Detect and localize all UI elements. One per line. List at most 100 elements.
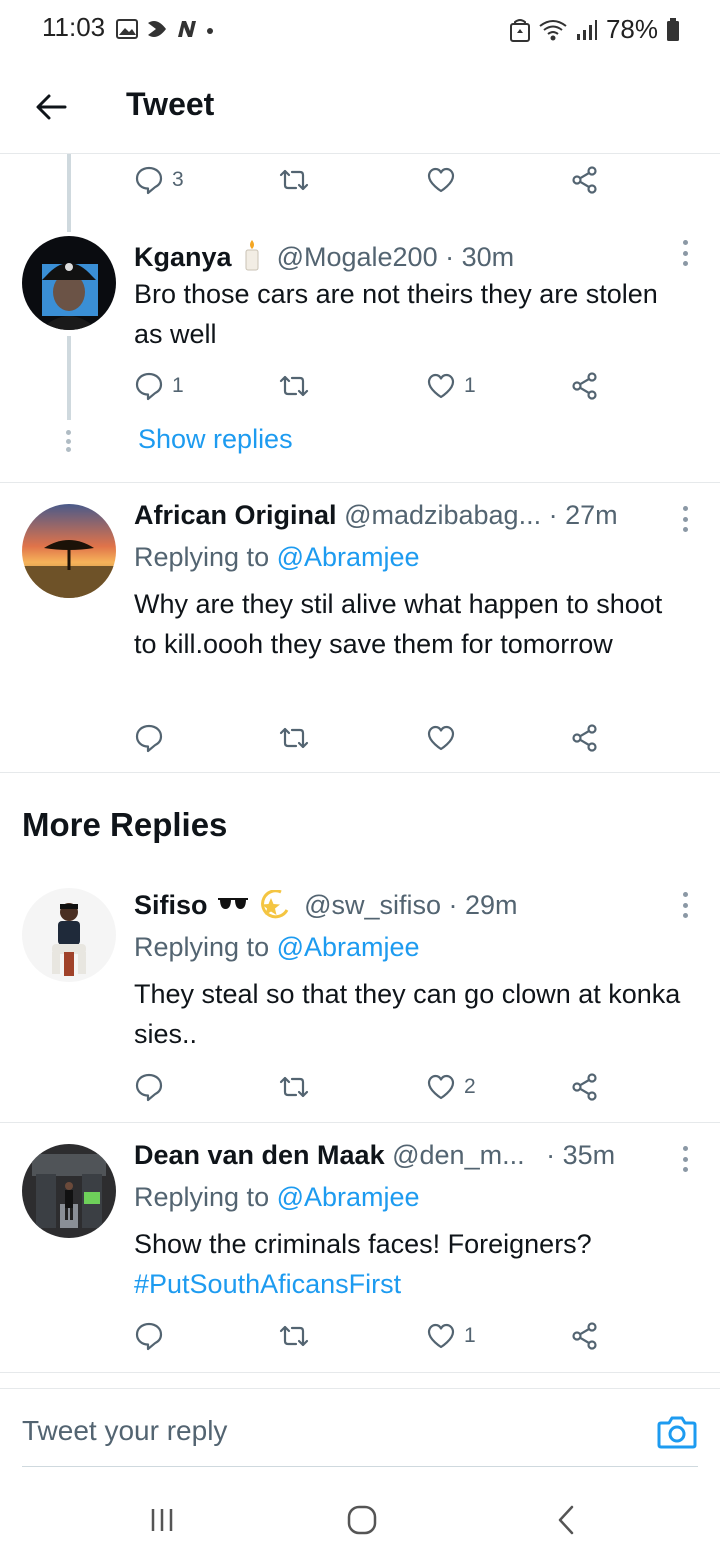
like-count: 1 bbox=[464, 1324, 476, 1347]
dot-icon bbox=[207, 28, 213, 34]
like-button[interactable]: 1 bbox=[426, 1318, 476, 1354]
reply-count: 3 bbox=[172, 168, 184, 191]
tweet-text: Why are they stil alive what happen to s… bbox=[134, 589, 663, 659]
tweet-text: They steal so that they can go clown at … bbox=[134, 979, 681, 1049]
share-button[interactable] bbox=[570, 1318, 600, 1354]
recent-apps-button[interactable] bbox=[142, 1500, 182, 1540]
tweet-actions: 3 bbox=[134, 162, 614, 198]
tweet-time: · 30m bbox=[445, 242, 515, 272]
heart-icon bbox=[427, 1074, 455, 1100]
tweet-actions: 2 bbox=[134, 1069, 614, 1105]
hashtag-link[interactable]: #PutSouthAficansFirst bbox=[134, 1264, 694, 1304]
retweet-button[interactable] bbox=[278, 368, 310, 404]
user-handle[interactable]: @madzibabag... bbox=[344, 500, 541, 530]
share-button[interactable] bbox=[570, 162, 600, 198]
share-button[interactable] bbox=[570, 720, 600, 756]
tweet-text: Bro those cars are not theirs they are s… bbox=[134, 279, 658, 349]
gallery-notification-icon bbox=[116, 19, 138, 39]
avatar-image bbox=[22, 1144, 116, 1238]
reply-composer bbox=[0, 1388, 720, 1468]
share-icon bbox=[572, 1322, 597, 1350]
camera-button[interactable] bbox=[656, 1411, 698, 1453]
system-nav-bar bbox=[0, 1470, 720, 1560]
like-button[interactable] bbox=[426, 720, 456, 756]
app-notification-icon bbox=[148, 21, 166, 37]
avatar[interactable] bbox=[22, 1144, 116, 1238]
share-icon bbox=[572, 1073, 597, 1101]
reply-input[interactable] bbox=[22, 1415, 622, 1447]
avatar-image bbox=[22, 504, 116, 598]
tweet-text-line: Show the criminals faces! Foreigners? bbox=[134, 1229, 592, 1259]
share-button[interactable] bbox=[570, 368, 600, 404]
display-name[interactable]: African Original bbox=[134, 500, 337, 530]
display-name[interactable]: Sifiso bbox=[134, 890, 208, 920]
share-button[interactable] bbox=[570, 1069, 600, 1105]
sunglasses-emoji-icon bbox=[218, 898, 249, 909]
avatar-image bbox=[22, 888, 116, 982]
reply-icon bbox=[135, 1073, 163, 1102]
like-button[interactable]: 2 bbox=[426, 1069, 476, 1105]
thread-connector bbox=[67, 154, 71, 232]
retweet-button[interactable] bbox=[278, 720, 310, 756]
like-button[interactable] bbox=[426, 162, 456, 198]
more-options-button[interactable] bbox=[675, 502, 695, 536]
more-options-button[interactable] bbox=[675, 236, 695, 270]
reply-button[interactable] bbox=[134, 720, 164, 756]
replying-to-mention[interactable]: @Abramjee bbox=[277, 542, 420, 572]
back-nav-button[interactable] bbox=[546, 1500, 586, 1540]
replying-to: Replying to @Abramjee bbox=[134, 542, 420, 573]
home-button[interactable] bbox=[342, 1500, 382, 1540]
more-replies-heading: More Replies bbox=[22, 806, 228, 843]
divider bbox=[0, 482, 720, 483]
display-name[interactable]: Dean van den Maak bbox=[134, 1140, 385, 1170]
news-notification-icon bbox=[178, 21, 196, 37]
like-button[interactable]: 1 bbox=[426, 368, 476, 404]
reply-icon bbox=[135, 372, 163, 401]
user-handle[interactable]: @den_m... bbox=[392, 1140, 524, 1170]
reply-button[interactable]: 1 bbox=[134, 368, 184, 404]
user-handle[interactable]: @sw_sifiso bbox=[304, 890, 441, 920]
divider bbox=[0, 1122, 720, 1123]
reply-button[interactable] bbox=[134, 1318, 164, 1354]
tweet-actions bbox=[134, 720, 614, 756]
reply-button[interactable] bbox=[134, 1069, 164, 1105]
reply-button[interactable]: 3 bbox=[134, 162, 184, 198]
avatar[interactable] bbox=[22, 236, 116, 330]
retweet-button[interactable] bbox=[278, 1318, 310, 1354]
divider bbox=[0, 772, 720, 773]
retweet-icon bbox=[279, 169, 309, 191]
reply-icon bbox=[135, 724, 163, 753]
like-count: 1 bbox=[464, 374, 476, 397]
replying-to-prefix: Replying to bbox=[134, 932, 270, 962]
replying-to-mention[interactable]: @Abramjee bbox=[277, 932, 420, 962]
back-button[interactable] bbox=[26, 82, 76, 132]
more-options-button[interactable] bbox=[675, 1142, 695, 1176]
tweet-time: · 35m bbox=[546, 1140, 616, 1170]
app-header: Tweet bbox=[0, 60, 720, 154]
user-handle[interactable]: @Mogale200 bbox=[277, 242, 438, 272]
replying-to-mention[interactable]: @Abramjee bbox=[277, 1182, 420, 1212]
like-count: 2 bbox=[464, 1075, 476, 1098]
avatar[interactable] bbox=[22, 888, 116, 982]
show-replies-link[interactable]: Show replies bbox=[138, 424, 293, 455]
display-name[interactable]: Kganya bbox=[134, 242, 232, 272]
camera-icon bbox=[657, 1416, 697, 1449]
signal-icon bbox=[576, 19, 597, 40]
replying-to: Replying to @Abramjee bbox=[134, 1182, 420, 1213]
retweet-button[interactable] bbox=[278, 1069, 310, 1105]
back-chevron-icon bbox=[558, 1505, 574, 1535]
arrow-left-icon bbox=[36, 94, 67, 120]
tweet-actions: 1 bbox=[134, 1318, 614, 1354]
avatar[interactable] bbox=[22, 504, 116, 598]
avatar-image bbox=[22, 236, 116, 330]
retweet-button[interactable] bbox=[278, 162, 310, 198]
thread-connector bbox=[67, 336, 71, 420]
thread-continuation-dots bbox=[66, 430, 72, 452]
recent-apps-icon bbox=[151, 1509, 173, 1531]
tweet-time: · 29m bbox=[448, 890, 518, 920]
more-options-button[interactable] bbox=[675, 888, 695, 922]
replying-to-prefix: Replying to bbox=[134, 1182, 270, 1212]
battery-icon bbox=[667, 17, 679, 41]
star-emoji-icon bbox=[260, 889, 288, 919]
status-time: 11:03 bbox=[42, 12, 106, 42]
